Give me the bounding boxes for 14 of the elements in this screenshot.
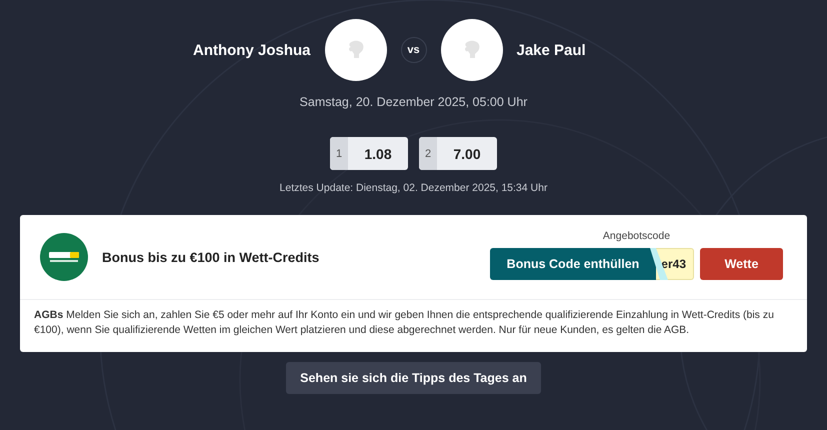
terms-text: AGBs Melden Sie sich an, zahlen Sie €5 oder mehr auf Ihr Konto ein und wir geben Ihnen die entsprechende qualifizierende Einzahlung in Wett-Credits (bis zu €100), wenn Sie qualifizierende Wetten im gleichen Wert platzieren und diese abgerechnet werden. Nur für neue Kunden, es gelten die AGB. bbox=[33, 308, 775, 338]
vs-label: vs bbox=[400, 37, 426, 63]
last-update-text: Letztes Update: Dienstag, 02. Dezember 2025, 15:34 Uhr bbox=[280, 182, 548, 194]
odds-button[interactable]: 2 7.00 bbox=[419, 137, 497, 170]
bookmaker-logo bbox=[40, 233, 88, 281]
team-name: Jake Paul bbox=[516, 42, 587, 58]
team-name: Anthony Joshua bbox=[192, 42, 310, 58]
code-label: Angebotscode bbox=[602, 230, 670, 242]
match-date: Samstag, 20. Dezember 2025, 05:00 Uhr bbox=[300, 95, 528, 109]
reveal-code-button[interactable]: Bonus Code enthüllen bbox=[490, 248, 656, 280]
daily-tips-button[interactable]: Sehen sie sich die Tipps des Tages an bbox=[286, 362, 541, 394]
odds-button[interactable]: 1 1.08 bbox=[330, 137, 408, 170]
offer-title: Bonus bis zu €100 in Wett-Credits bbox=[102, 250, 320, 264]
bet-button[interactable]: Wette bbox=[700, 248, 783, 280]
